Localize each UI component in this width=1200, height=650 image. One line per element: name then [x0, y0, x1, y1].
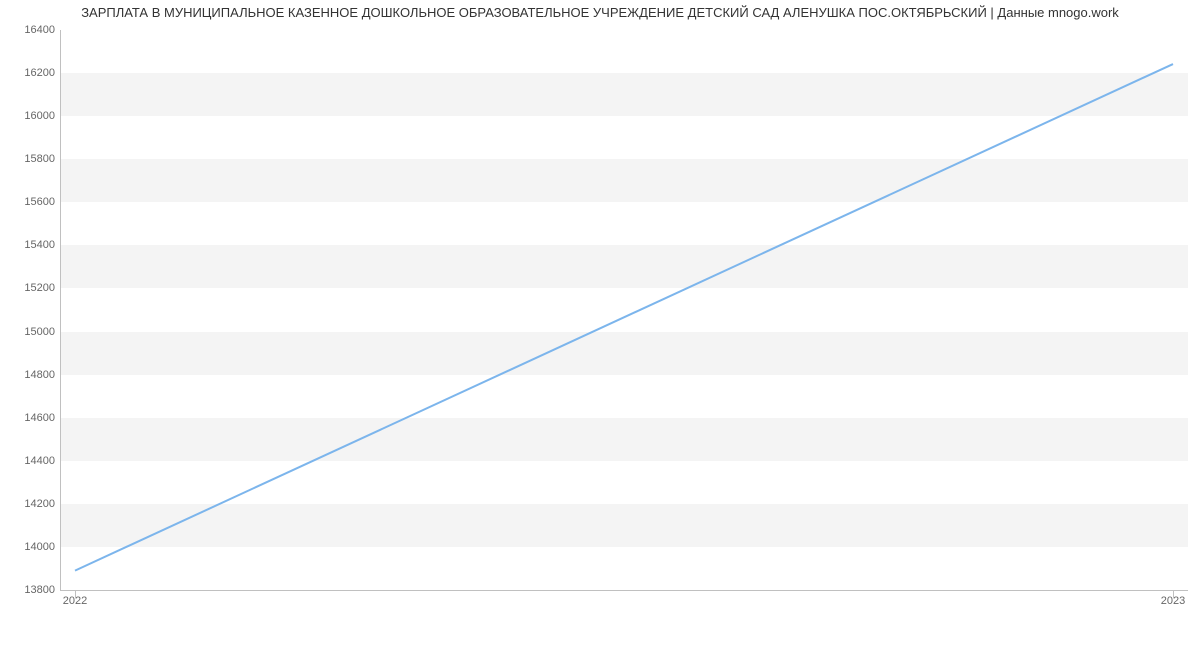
- chart-line-svg: [60, 30, 1188, 590]
- y-tick-label: 16400: [5, 24, 55, 36]
- y-tick-label: 15400: [5, 239, 55, 251]
- y-tick-label: 15000: [5, 326, 55, 338]
- y-tick-label: 15200: [5, 282, 55, 294]
- y-tick-label: 14600: [5, 412, 55, 424]
- y-tick-label: 14400: [5, 455, 55, 467]
- x-tick-mark: [1173, 590, 1174, 598]
- plot-area: [60, 30, 1188, 590]
- series-line: [75, 64, 1173, 571]
- y-tick-label: 14000: [5, 541, 55, 553]
- y-axis-line: [60, 30, 61, 590]
- y-tick-label: 15800: [5, 153, 55, 165]
- x-tick-mark: [75, 590, 76, 598]
- chart-container: ЗАРПЛАТА В МУНИЦИПАЛЬНОЕ КАЗЕННОЕ ДОШКОЛ…: [0, 0, 1200, 650]
- y-tick-label: 16000: [5, 110, 55, 122]
- y-tick-label: 16200: [5, 67, 55, 79]
- chart-title: ЗАРПЛАТА В МУНИЦИПАЛЬНОЕ КАЗЕННОЕ ДОШКОЛ…: [0, 5, 1200, 20]
- y-tick-label: 14200: [5, 498, 55, 510]
- y-tick-label: 14800: [5, 369, 55, 381]
- x-axis-line: [60, 590, 1188, 591]
- y-tick-label: 15600: [5, 196, 55, 208]
- y-tick-label: 13800: [5, 584, 55, 596]
